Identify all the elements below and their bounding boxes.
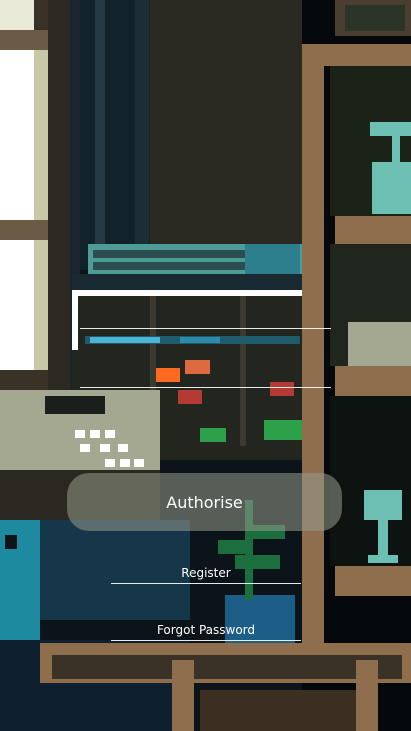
authorise-button[interactable]: Authorise bbox=[67, 473, 342, 531]
password-field[interactable] bbox=[80, 359, 331, 388]
authorise-button-label: Authorise bbox=[166, 492, 243, 512]
username-field[interactable] bbox=[80, 300, 331, 329]
forgot-password-link[interactable]: Forgot Password bbox=[111, 623, 301, 641]
register-link[interactable]: Register bbox=[111, 566, 301, 584]
